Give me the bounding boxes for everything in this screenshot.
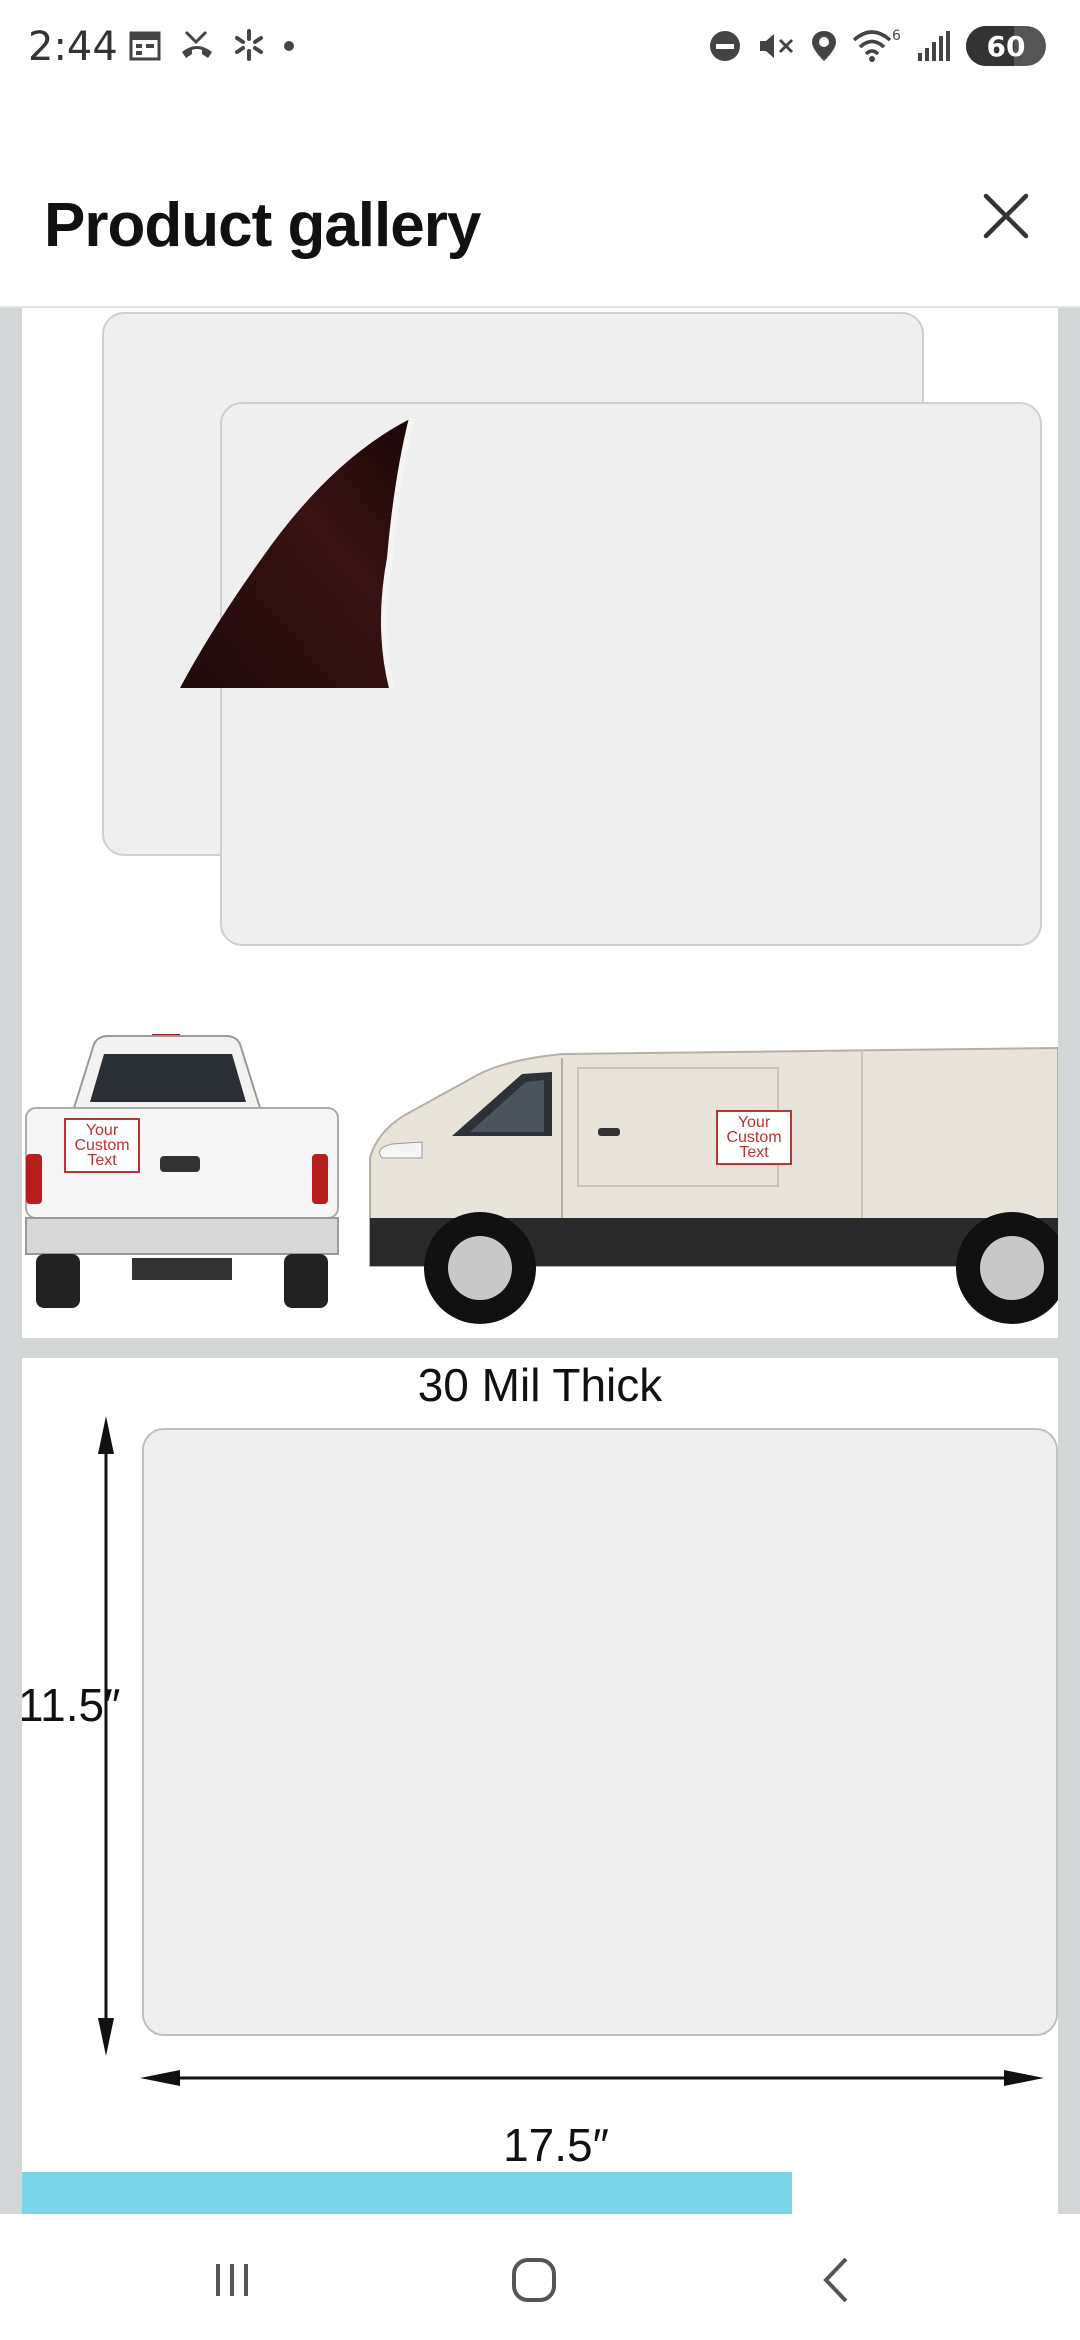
missed-call-icon <box>182 30 212 58</box>
wifi-icon: 6 <box>852 28 901 62</box>
gallery-image-2[interactable]: 30 Mil Thick 11.5″ 17.5″ <box>22 1358 1058 2182</box>
vehicles-illustration <box>25 1034 1058 1324</box>
vibrate-mute-icon <box>760 34 794 58</box>
recent-apps-icon <box>216 2264 248 2296</box>
gallery-header: Product gallery <box>0 100 1080 308</box>
page-title: Product gallery <box>44 191 481 260</box>
image-3-preview <box>22 2172 792 2214</box>
battery-level: 60 <box>986 29 1026 63</box>
cargo-van <box>369 1046 1058 1324</box>
wifi-badge: 6 <box>892 28 901 44</box>
dot-icon <box>284 41 294 51</box>
status-bar: 2:44 6 60 <box>0 0 1080 100</box>
back-button[interactable] <box>796 2250 876 2310</box>
peeled-corner-graphic <box>180 418 415 689</box>
close-button[interactable] <box>980 190 1032 242</box>
product-gallery[interactable]: Your Custom Text Your Custom Text 30 Mil… <box>0 308 1080 2214</box>
system-nav-bar <box>0 2214 1080 2340</box>
gallery-image-1[interactable]: Your Custom Text Your Custom Text <box>22 308 1058 1338</box>
recent-apps-button[interactable] <box>192 2250 272 2310</box>
battery-icon: 60 <box>966 26 1046 66</box>
close-icon <box>983 193 1029 239</box>
signal-icon <box>918 31 950 61</box>
gallery-image-3[interactable] <box>22 2172 1058 2214</box>
back-icon <box>823 2257 848 2303</box>
home-button[interactable] <box>494 2250 574 2310</box>
height-label: 11.5″ <box>22 1679 121 1731</box>
location-icon <box>812 31 836 61</box>
dimension-arrows <box>98 1416 1044 2086</box>
home-icon <box>512 2258 556 2302</box>
status-left-icons <box>128 28 296 62</box>
custom-text-label-truck: Your Custom Text <box>64 1118 140 1173</box>
do-not-disturb-icon <box>710 31 740 61</box>
walmart-spark-icon <box>235 29 263 61</box>
status-right-icons: 6 60 <box>708 26 1046 66</box>
custom-text-label-van: Your Custom Text <box>716 1110 792 1165</box>
width-label: 17.5″ <box>503 2119 609 2171</box>
calendar-icon <box>129 31 161 61</box>
status-time: 2:44 <box>28 24 118 70</box>
